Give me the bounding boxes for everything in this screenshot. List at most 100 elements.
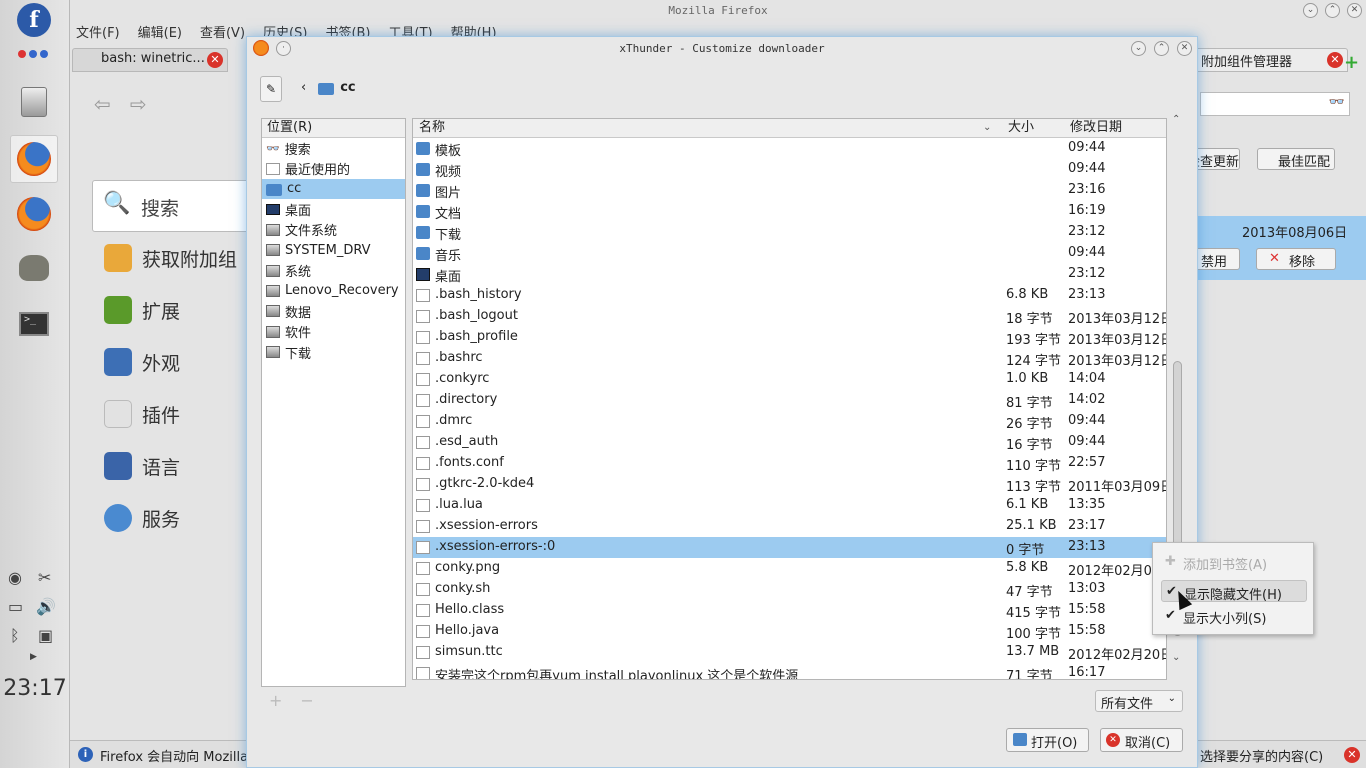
place-lenovo-recovery[interactable]: Lenovo_Recovery <box>262 281 405 301</box>
forward-icon[interactable]: ⇨ <box>130 92 147 116</box>
fedora-menu-button[interactable]: f <box>10 0 58 44</box>
file-row[interactable]: Hello.class 415 字节 15:58 <box>413 600 1166 621</box>
file-row[interactable]: .directory 81 字节 14:02 <box>413 390 1166 411</box>
menu-edit[interactable]: 编辑(E) <box>138 22 182 41</box>
file-row[interactable]: .bash_profile 193 字节 2013年03月12日 <box>413 327 1166 348</box>
column-name[interactable]: 名称 <box>419 119 445 137</box>
close-tab-icon[interactable]: ✕ <box>1327 52 1343 68</box>
place-search[interactable]: 👓 搜索 <box>262 138 405 158</box>
breadcrumb-cc[interactable]: cc <box>340 80 355 95</box>
category-appearance[interactable]: 外观 <box>104 348 180 376</box>
column-size[interactable]: 大小 <box>1008 119 1034 137</box>
file-row[interactable]: .bash_history 6.8 KB 23:13 <box>413 285 1166 306</box>
place-home[interactable]: cc <box>262 178 405 200</box>
file-row[interactable]: 下载 23:12 <box>413 222 1166 243</box>
file-size: 18 字节 <box>1006 312 1053 327</box>
menu-file[interactable]: 文件(F) <box>76 22 120 41</box>
category-extensions[interactable]: 扩展 <box>104 296 180 324</box>
file-row[interactable]: 安装完这个rpm包再yum install playonlinux 这个是个软件… <box>413 663 1166 679</box>
file-row[interactable]: 图片 23:16 <box>413 180 1166 201</box>
best-match-button[interactable]: 最佳匹配 <box>1257 148 1335 170</box>
minimize-icon[interactable]: ⌄ <box>1131 41 1146 56</box>
tray-expand-icon[interactable]: ▶ <box>30 652 37 662</box>
file-row[interactable]: 音乐 09:44 <box>413 243 1166 264</box>
add-place-icon[interactable]: + <box>269 691 300 710</box>
place-system[interactable]: 系统 <box>262 260 405 280</box>
scroll-down-icon[interactable]: ⌄ <box>1172 652 1180 663</box>
disk-launcher[interactable] <box>10 78 58 126</box>
place-filesystem[interactable]: 文件系统 <box>262 220 405 240</box>
file-row[interactable]: .fonts.conf 110 字节 22:57 <box>413 453 1166 474</box>
file-row[interactable]: Hello.java 100 字节 15:58 <box>413 621 1166 642</box>
category-get-addons[interactable]: 获取附加组 <box>104 244 237 272</box>
type-location-button[interactable]: ✎ <box>260 76 282 102</box>
file-row[interactable]: 桌面 23:12 <box>413 264 1166 285</box>
close-icon[interactable]: ✕ <box>1177 41 1192 56</box>
place-recent[interactable]: 最近使用的 <box>262 158 405 178</box>
addon-item-selected[interactable]: 2013年08月06日 禁用 ✕ 移除 <box>1188 216 1366 280</box>
file-row[interactable]: 文档 16:19 <box>413 201 1166 222</box>
file-row[interactable]: conky.png 5.8 KB 2012年02月07日 <box>413 558 1166 579</box>
file-row[interactable]: .dmrc 26 字节 09:44 <box>413 411 1166 432</box>
file-chooser-dialog: · xThunder - Customize downloader ⌄ ⌃ ✕ … <box>246 36 1198 768</box>
file-row[interactable]: .xsession-errors-:0 0 字节 23:13 <box>413 537 1166 558</box>
addons-search-input[interactable]: 👓 <box>1200 92 1350 116</box>
network-icon[interactable]: ▣ <box>38 626 53 645</box>
column-modified[interactable]: 修改日期 <box>1070 119 1122 137</box>
file-row[interactable]: .bashrc 124 字节 2013年03月12日 <box>413 348 1166 369</box>
file-row[interactable]: .bash_logout 18 字节 2013年03月12日 <box>413 306 1166 327</box>
place-data[interactable]: 数据 <box>262 301 405 321</box>
remove-button[interactable]: ✕ 移除 <box>1256 248 1336 270</box>
place-system-drv[interactable]: SYSTEM_DRV <box>262 240 405 260</box>
cancel-button[interactable]: ✕ 取消(C) <box>1100 728 1183 752</box>
category-languages[interactable]: 语言 <box>104 452 180 480</box>
remove-place-icon[interactable]: − <box>300 691 331 710</box>
close-tab-icon[interactable]: ✕ <box>207 52 223 68</box>
place-desktop[interactable]: 桌面 <box>262 199 405 219</box>
menu-view[interactable]: 查看(V) <box>200 22 245 41</box>
places-header[interactable]: 位置(R) <box>262 119 405 138</box>
menu-add-bookmark[interactable]: ✚ 添加到书签(A) <box>1161 551 1307 573</box>
file-name: simsun.ttc <box>435 644 503 659</box>
place-label: 下载 <box>285 346 312 362</box>
maximize-icon[interactable]: ⌃ <box>1325 3 1340 18</box>
file-row[interactable]: .esd_auth 16 字节 09:44 <box>413 432 1166 453</box>
clementine-icon[interactable]: ◉ <box>8 568 22 587</box>
minimize-icon[interactable]: ⌄ <box>1303 3 1318 18</box>
terminal-launcher[interactable]: >_ <box>10 300 58 348</box>
breadcrumb-back-icon[interactable]: ‹ <box>301 80 306 95</box>
file-row[interactable]: conky.sh 47 字节 13:03 <box>413 579 1166 600</box>
firefox-launcher-active[interactable] <box>10 135 58 183</box>
tab-addons[interactable]: 附加组件管理器 ✕ <box>1192 48 1348 72</box>
file-size: 6.8 KB <box>1006 287 1049 302</box>
file-row[interactable]: .gtkrc-2.0-kde4 113 字节 2011年03月09日 <box>413 474 1166 495</box>
close-icon[interactable]: ✕ <box>1347 3 1362 18</box>
file-row[interactable]: .lua.lua 6.1 KB 13:35 <box>413 495 1166 516</box>
scroll-up-icon[interactable]: ⌃ <box>1172 114 1180 125</box>
place-software[interactable]: 软件 <box>262 322 405 342</box>
new-tab-icon[interactable]: + <box>1344 52 1359 73</box>
bluetooth-icon[interactable]: ᛒ <box>10 626 20 645</box>
open-button[interactable]: 打开(O) <box>1006 728 1089 752</box>
close-notification-icon[interactable]: ✕ <box>1344 747 1360 763</box>
addons-search-box[interactable]: 🔍 搜索 <box>92 180 252 232</box>
scissors-icon[interactable]: ✂ <box>38 568 51 587</box>
category-plugins[interactable]: 插件 <box>104 400 180 428</box>
file-row[interactable]: .xsession-errors 25.1 KB 23:17 <box>413 516 1166 537</box>
file-row[interactable]: simsun.ttc 13.7 MB 2012年02月20日 <box>413 642 1166 663</box>
back-icon[interactable]: ⇦ <box>94 92 111 116</box>
share-button[interactable]: 选择要分享的内容(C) <box>1200 746 1323 765</box>
keyboard-icon[interactable]: ▭ <box>8 597 23 616</box>
category-services[interactable]: 服务 <box>104 504 180 532</box>
file-row[interactable]: 视频 09:44 <box>413 159 1166 180</box>
pin-icon[interactable]: · <box>276 41 291 56</box>
file-row[interactable]: .conkyrc 1.0 KB 14:04 <box>413 369 1166 390</box>
maximize-icon[interactable]: ⌃ <box>1154 41 1169 56</box>
file-row[interactable]: 模板 09:44 <box>413 138 1166 159</box>
place-downloads[interactable]: 下载 <box>262 342 405 362</box>
firefox-launcher[interactable] <box>10 190 58 238</box>
tab-bash[interactable]: bash: winetric... ✕ <box>72 48 228 72</box>
gimp-launcher[interactable] <box>10 244 58 292</box>
file-type-filter[interactable]: 所有文件 ⌄ <box>1095 690 1183 712</box>
volume-icon[interactable]: 🔊 <box>36 597 56 616</box>
